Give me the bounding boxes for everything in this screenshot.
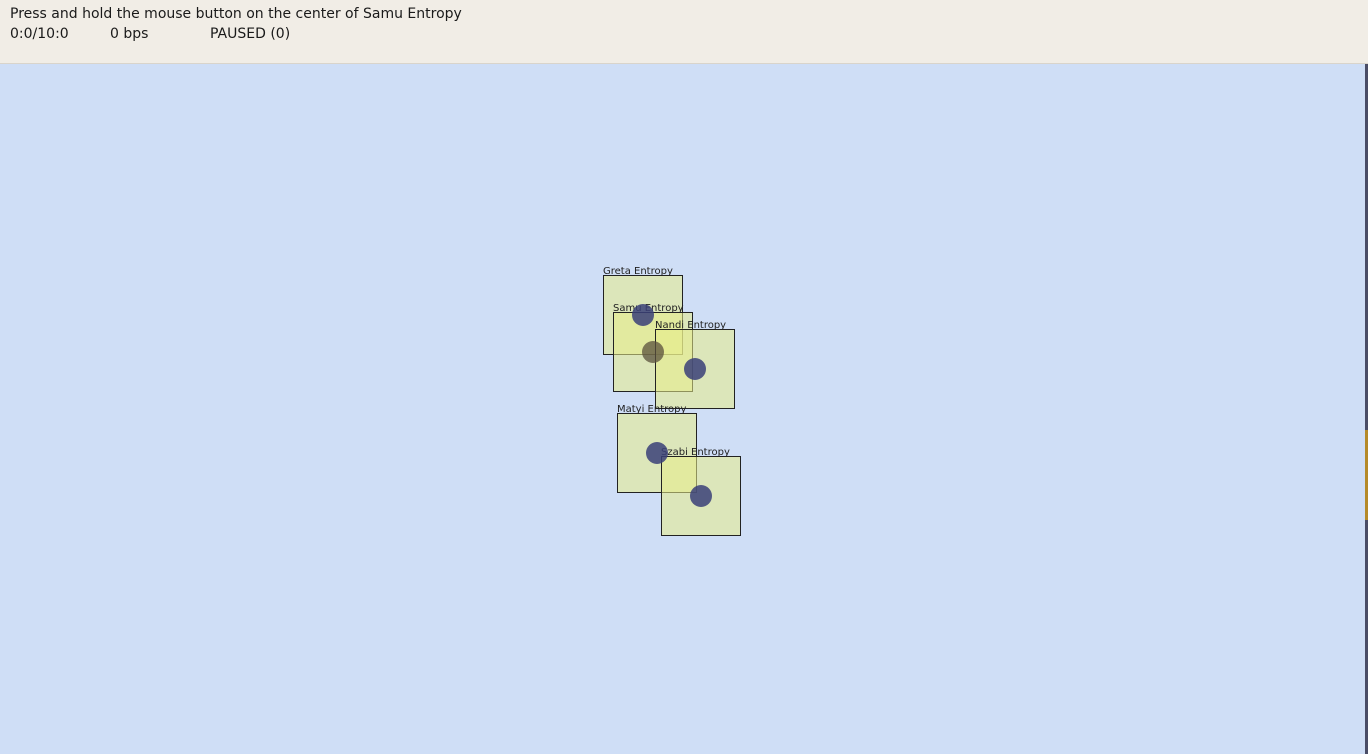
- agent-center-samu[interactable]: [642, 341, 664, 363]
- game-canvas[interactable]: Greta Entropy Samu Entropy Nandi Entropy…: [0, 64, 1368, 754]
- bps-counter: 0 bps: [110, 26, 149, 42]
- agent-center-greta[interactable]: [632, 304, 654, 326]
- pause-status: PAUSED (0): [210, 26, 291, 42]
- time-counter: 0:0/10:0: [10, 26, 69, 42]
- task-instruction: Press and hold the mouse button on the c…: [10, 6, 462, 22]
- agent-center-szabi[interactable]: [690, 485, 712, 507]
- agent-center-matyi[interactable]: [646, 442, 668, 464]
- agent-center-nandi[interactable]: [684, 358, 706, 380]
- top-status-bar: Press and hold the mouse button on the c…: [0, 0, 1368, 64]
